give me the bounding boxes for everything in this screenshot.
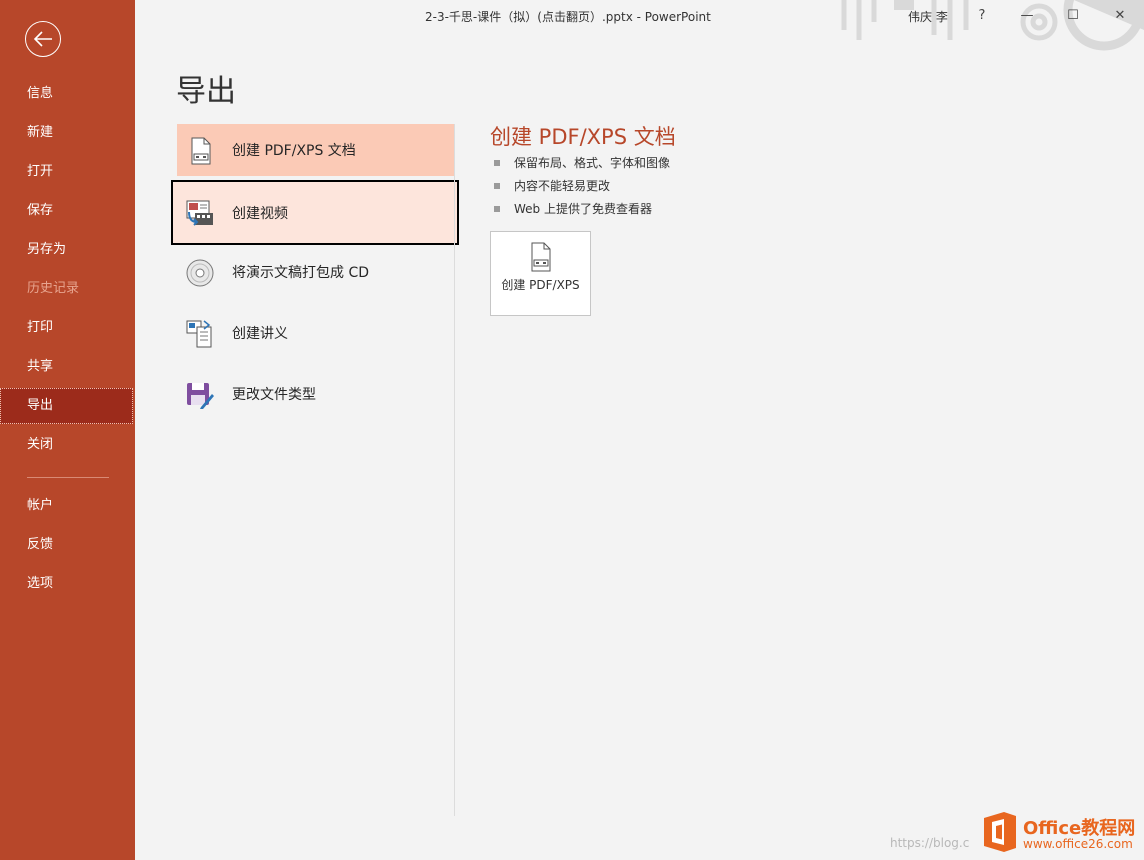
bullet-marker-icon — [494, 182, 500, 189]
detail-bullet: Web 上提供了免费查看器 — [494, 200, 652, 217]
nav-divider — [27, 477, 109, 478]
create-pdf-xps-label: 创建 PDF/XPS — [501, 278, 580, 292]
option-label: 创建 PDF/XPS 文档 — [232, 143, 356, 159]
nav-save[interactable]: 保存 — [0, 193, 133, 229]
nav-export[interactable]: 导出 — [0, 388, 133, 424]
back-button[interactable] — [25, 21, 61, 57]
option-label: 更改文件类型 — [232, 387, 316, 403]
office26-logo: Office教程网 www.office26.com — [978, 809, 1140, 855]
option-change-file-type[interactable]: 更改文件类型 — [177, 368, 454, 420]
cd-icon — [186, 259, 214, 287]
nav-close[interactable]: 关闭 — [0, 427, 133, 463]
backstage-sidebar: 信息 新建 打开 保存 另存为 历史记录 打印 共享 导出 关闭 帐户 反馈 选… — [0, 0, 135, 860]
nav-save-as[interactable]: 另存为 — [0, 232, 133, 268]
pdf-document-icon — [531, 242, 551, 272]
bullet-marker-icon — [494, 205, 500, 212]
detail-bullet: 保留布局、格式、字体和图像 — [494, 154, 670, 171]
nav-new[interactable]: 新建 — [0, 115, 133, 151]
option-label: 将演示文稿打包成 CD — [232, 265, 370, 281]
option-create-video[interactable]: 创建视频 — [171, 180, 459, 245]
detail-title: 创建 PDF/XPS 文档 — [490, 125, 676, 149]
option-create-pdf-xps[interactable]: 创建 PDF/XPS 文档 — [177, 124, 454, 176]
watermark-site: www.office26.com — [1023, 837, 1133, 851]
option-create-handouts[interactable]: 创建讲义 — [177, 307, 454, 359]
option-label: 创建视频 — [232, 206, 288, 222]
nav-print[interactable]: 打印 — [0, 310, 133, 346]
nav-share[interactable]: 共享 — [0, 349, 133, 385]
save-file-type-icon — [187, 383, 214, 409]
back-arrow-icon — [33, 31, 52, 47]
nav-account[interactable]: 帐户 — [0, 488, 133, 524]
user-name[interactable]: 伟庆 李 — [908, 8, 948, 25]
nav-feedback[interactable]: 反馈 — [0, 527, 133, 563]
title-bar: 2-3-千思-课件（拟）(点击翻页）.pptx - PowerPoint 伟庆 … — [135, 0, 1144, 51]
detail-bullet: 内容不能轻易更改 — [494, 177, 610, 194]
bullet-marker-icon — [494, 159, 500, 166]
pdf-document-icon — [191, 137, 211, 165]
option-package-cd[interactable]: 将演示文稿打包成 CD — [177, 246, 454, 298]
close-button[interactable]: ✕ — [1105, 4, 1135, 28]
office-logo-icon — [984, 812, 1016, 852]
bullet-text: 保留布局、格式、字体和图像 — [514, 156, 671, 170]
nav-options[interactable]: 选项 — [0, 566, 133, 602]
watermark-url: https://blog.c — [890, 836, 970, 850]
help-button[interactable]: ? — [967, 4, 997, 28]
bullet-text: 内容不能轻易更改 — [514, 179, 611, 193]
bullet-text: Web 上提供了免费查看器 — [514, 202, 652, 216]
window-title: 2-3-千思-课件（拟）(点击翻页）.pptx - PowerPoint — [425, 10, 711, 24]
nav-info[interactable]: 信息 — [0, 76, 133, 112]
handout-icon — [186, 320, 212, 348]
create-pdf-xps-button[interactable]: 创建 PDF/XPS — [490, 231, 591, 316]
minimize-button[interactable]: — — [1012, 4, 1042, 28]
options-divider — [454, 124, 455, 816]
option-label: 创建讲义 — [232, 326, 288, 342]
page-title: 导出 — [176, 74, 236, 109]
nav-history[interactable]: 历史记录 — [0, 271, 133, 307]
video-icon — [186, 200, 213, 226]
nav-open[interactable]: 打开 — [0, 154, 133, 190]
maximize-button[interactable]: ☐ — [1058, 4, 1088, 28]
